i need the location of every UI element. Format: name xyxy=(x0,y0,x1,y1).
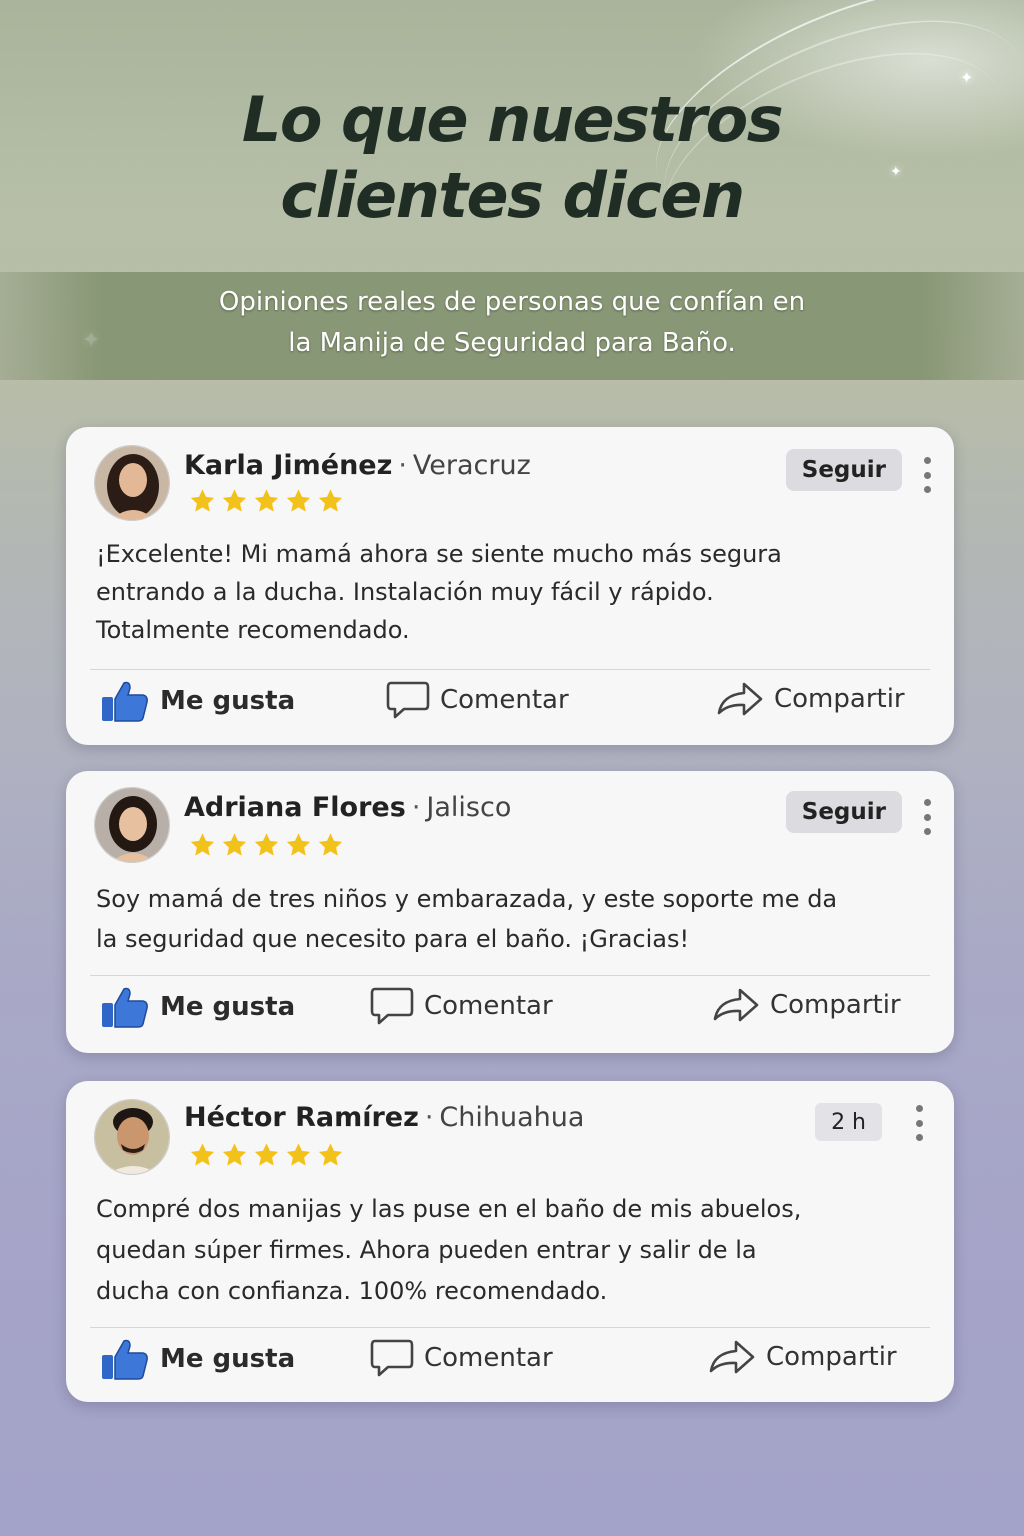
reviewer-line: Héctor Ramírez · Chihuahua xyxy=(184,1101,584,1135)
star-rating xyxy=(188,1141,345,1169)
review-text-line: Compré dos manijas y las puse en el baño… xyxy=(96,1195,802,1223)
share-arrow-icon xyxy=(713,988,759,1022)
star-icon xyxy=(254,833,279,856)
page-title-line-2: clientes dicen xyxy=(280,159,745,232)
divider xyxy=(90,1327,930,1328)
star-icon xyxy=(286,833,311,856)
more-vertical-icon[interactable] xyxy=(914,1105,924,1141)
like-button[interactable]: Me gusta xyxy=(100,985,295,1029)
avatar xyxy=(94,787,170,863)
reviewer-name[interactable]: Adriana Flores xyxy=(184,792,406,823)
thumbs-up-icon xyxy=(102,987,148,1028)
review-text: Soy mamá de tres niños y embarazada, y e… xyxy=(96,879,906,959)
speech-bubble-icon xyxy=(386,681,430,719)
speech-bubble-icon xyxy=(370,987,414,1025)
divider xyxy=(90,669,930,670)
divider xyxy=(90,975,930,976)
like-label: Me gusta xyxy=(160,1344,296,1374)
star-icon xyxy=(190,833,215,856)
comment-label: Comentar xyxy=(424,991,553,1021)
avatar xyxy=(94,1099,170,1175)
star-icon xyxy=(222,833,247,856)
comment-label: Comentar xyxy=(424,1343,553,1373)
star-icon xyxy=(190,1143,215,1166)
reviewer-line: Karla Jiménez · Veracruz xyxy=(184,449,531,483)
like-button[interactable]: Me gusta xyxy=(100,1337,295,1381)
review-text-line: la seguridad que necesito para el baño. … xyxy=(96,925,690,953)
more-vertical-icon[interactable] xyxy=(922,799,932,835)
comment-button[interactable]: Comentar xyxy=(370,1337,553,1379)
comment-button[interactable]: Comentar xyxy=(370,985,553,1027)
separator-dot: · xyxy=(398,450,407,481)
star-icon xyxy=(318,1143,343,1166)
more-vertical-icon[interactable] xyxy=(922,457,932,493)
review-text-line: Soy mamá de tres niños y embarazada, y e… xyxy=(96,885,838,913)
star-icon xyxy=(318,833,343,856)
share-button[interactable]: Compartir xyxy=(712,985,901,1025)
thumbs-up-icon xyxy=(102,1339,148,1380)
review-text-line: ducha con confianza. 100% recomendado. xyxy=(96,1277,608,1305)
like-label: Me gusta xyxy=(160,992,296,1022)
share-label: Compartir xyxy=(770,990,901,1020)
star-icon xyxy=(222,1143,247,1166)
like-button[interactable]: Me gusta xyxy=(100,679,295,723)
reviewer-line: Adriana Flores · Jalisco xyxy=(184,791,511,825)
share-arrow-icon xyxy=(709,1340,755,1374)
page-title: Lo que nuestros clientes dicen xyxy=(0,82,1024,234)
review-text: Compré dos manijas y las puse en el baño… xyxy=(96,1189,906,1312)
star-icon xyxy=(254,489,279,512)
star-icon xyxy=(222,489,247,512)
page-title-line-1: Lo que nuestros xyxy=(241,83,784,156)
review-card-karla: Karla Jiménez · Veracruz Seguir ¡Excelente… xyxy=(66,427,954,745)
thumbs-up-icon xyxy=(102,681,148,722)
reviewer-location: Chihuahua xyxy=(439,1102,585,1133)
separator-dot: · xyxy=(424,1102,434,1133)
subtitle-line-2: la Manija de Seguridad para Baño. xyxy=(288,328,736,358)
follow-button[interactable]: Seguir xyxy=(785,791,902,833)
follow-button[interactable]: Seguir xyxy=(785,449,902,491)
star-icon xyxy=(286,1143,311,1166)
separator-dot: · xyxy=(411,792,421,823)
review-text-line: quedan súper firmes. Ahora pueden entrar… xyxy=(96,1236,757,1264)
comment-button[interactable]: Comentar xyxy=(386,679,569,721)
share-button[interactable]: Compartir xyxy=(716,679,905,719)
subtitle-line-1: Opiniones reales de personas que confían… xyxy=(218,287,806,317)
avatar xyxy=(94,445,170,521)
page-subtitle: Opiniones reales de personas que confían… xyxy=(0,282,1024,364)
star-icon xyxy=(318,489,343,512)
speech-bubble-icon xyxy=(370,1339,414,1377)
reviewer-location: Jalisco xyxy=(426,792,512,823)
review-text-line: ¡Excelente! Mi mamá ahora se siente much… xyxy=(96,540,782,568)
review-text-line: entrando a la ducha. Instalación muy fác… xyxy=(96,578,714,606)
review-text-line: Totalmente recomendado. xyxy=(96,616,410,644)
review-text: ¡Excelente! Mi mamá ahora se siente much… xyxy=(96,535,906,649)
star-rating xyxy=(188,831,345,859)
timestamp-badge: 2 h xyxy=(815,1103,882,1141)
review-card-hector: Héctor Ramírez · Chihuahua 2 h Compré dos … xyxy=(66,1081,954,1402)
reviewer-name[interactable]: Karla Jiménez xyxy=(184,450,392,481)
reviewer-name[interactable]: Héctor Ramírez xyxy=(184,1102,419,1133)
share-label: Compartir xyxy=(766,1342,897,1372)
star-icon xyxy=(190,489,215,512)
share-button[interactable]: Compartir xyxy=(708,1337,897,1377)
reviewer-location: Veracruz xyxy=(412,450,531,481)
like-label: Me gusta xyxy=(160,686,296,716)
star-icon xyxy=(286,489,311,512)
share-label: Compartir xyxy=(774,684,905,714)
share-arrow-icon xyxy=(717,682,763,716)
star-icon xyxy=(254,1143,279,1166)
review-card-adriana: Adriana Flores · Jalisco Seguir Soy mamá d… xyxy=(66,771,954,1053)
star-rating xyxy=(188,487,345,515)
comment-label: Comentar xyxy=(440,685,569,715)
